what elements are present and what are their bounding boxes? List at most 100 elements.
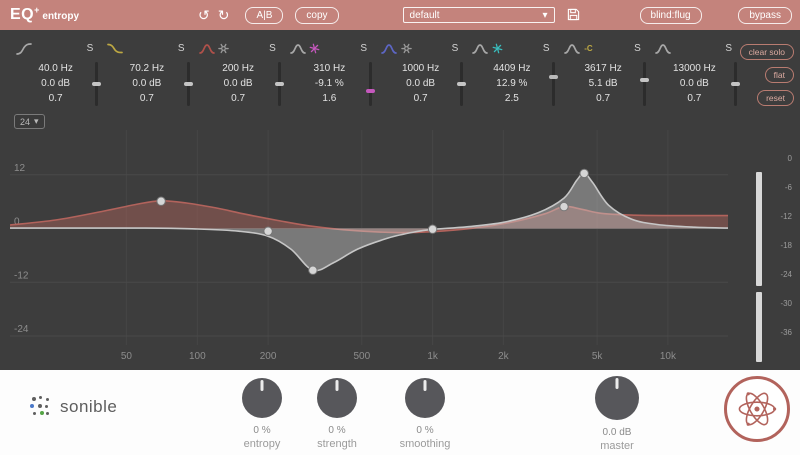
band-7-value-list: 3617 Hz 5.1 dB 0.7 [564,61,643,106]
reset-button[interactable]: reset [757,90,794,106]
slider-handle[interactable] [640,78,649,82]
band-frequency-value[interactable]: 310 Hz [290,61,369,76]
entropy-knob[interactable] [242,378,282,418]
band-gain-slider[interactable] [95,62,98,106]
band-q-value[interactable]: 2.5 [472,91,551,106]
logo-dot [30,404,34,408]
slider-handle[interactable] [275,82,284,86]
knob-indicator [261,380,264,391]
solo-button[interactable]: S [452,43,459,54]
band-gain-value[interactable]: 0.0 dB [655,76,734,91]
band-frequency-value[interactable]: 13000 Hz [655,61,734,76]
redo-button[interactable]: ↻ [214,8,234,22]
band-gain-value[interactable]: 12.9 % [472,76,551,91]
band-gain-slider[interactable] [278,62,281,106]
dynamic-c-icon[interactable]: -C [583,42,595,54]
slider-handle[interactable] [184,82,193,86]
band-q-value[interactable]: 0.7 [655,91,734,106]
bell-filter-icon[interactable] [472,41,488,56]
band-frequency-value[interactable]: 1000 Hz [381,61,460,76]
band-8-extra-icon [674,42,686,54]
svg-text:200: 200 [260,351,277,362]
bell-filter-icon[interactable] [564,41,580,56]
solo-button[interactable]: S [269,43,276,54]
bell-filter-icon[interactable] [199,41,215,56]
master-knob-group: 0.0 dB master [585,376,649,452]
band-gain-value[interactable]: 0.0 dB [381,76,460,91]
band-q-value[interactable]: 0.7 [564,91,643,106]
solo-button[interactable]: S [725,43,732,54]
band-gain-slider[interactable] [643,62,646,106]
logo-dot [45,405,48,408]
band-8-value-list: 13000 Hz 0.0 dB 0.7 [655,61,734,106]
slider-handle[interactable] [549,75,558,79]
strength-knob-group: 0 % strength [305,376,369,450]
solo-button[interactable]: S [543,43,550,54]
band-gain-slider[interactable] [460,62,463,106]
meter-segment [756,172,762,286]
shelf-filter-icon[interactable] [107,41,123,56]
band-gain-value[interactable]: 0.0 dB [16,76,95,91]
band-gain-slider[interactable] [187,62,190,106]
slider-handle[interactable] [366,89,375,93]
band-7-values: 3617 Hz 5.1 dB 0.7 [564,61,649,106]
atom-logo[interactable] [724,376,790,442]
bell-filter-icon[interactable] [655,41,671,56]
solo-button[interactable]: S [360,43,367,54]
band-q-value[interactable]: 0.7 [199,91,278,106]
band-gain-value[interactable]: 5.1 dB [564,76,643,91]
band-frequency-value[interactable]: 200 Hz [199,61,278,76]
band-q-value[interactable]: 0.7 [16,91,95,106]
slider-handle[interactable] [457,82,466,86]
band-q-value[interactable]: 1.6 [290,91,369,106]
side-button-group: clear solo flat reset [740,44,794,106]
highpass-filter-icon[interactable] [16,41,32,56]
slope-selector[interactable]: 24 ▾ [14,114,45,129]
gear-icon[interactable] [218,42,230,54]
solo-button[interactable]: S [178,43,185,54]
blindflug-button[interactable]: blind:flug [640,7,702,24]
undo-button[interactable]: ↺ [194,8,214,22]
gear-icon[interactable] [400,42,412,54]
solo-button[interactable]: S [634,43,641,54]
band-1-values: 40.0 Hz 0.0 dB 0.7 [16,61,101,106]
band-frequency-value[interactable]: 70.2 Hz [107,61,186,76]
band-frequency-value[interactable]: 4409 Hz [472,61,551,76]
preset-dropdown[interactable]: default ▾ [403,7,555,23]
svg-text:10k: 10k [660,351,677,362]
band-gain-value[interactable]: 0.0 dB [107,76,186,91]
copy-button[interactable]: copy [295,7,338,24]
smoothing-knob[interactable] [405,378,445,418]
band-gain-value[interactable]: -9.1 % [290,76,369,91]
band-frequency-value[interactable]: 40.0 Hz [16,61,95,76]
clear-solo-button[interactable]: clear solo [740,44,794,60]
band-q-value[interactable]: 0.7 [107,91,186,106]
band-gain-slider[interactable] [734,62,737,106]
eq-curve-display[interactable]: 501002005001k2k5k10k120-12-24 [10,130,728,363]
ai-spark-icon[interactable] [309,42,321,54]
ab-compare-button[interactable]: A|B [245,7,283,24]
slider-handle[interactable] [92,82,101,86]
brand-name: sonible [60,397,117,417]
eq-band-8: S 13000 Hz 0.0 dB 0.7 [655,40,740,106]
master-knob[interactable] [595,376,639,420]
ai-spark-icon[interactable] [491,42,503,54]
band-6-value-list: 4409 Hz 12.9 % 2.5 [472,61,551,106]
logo-text-eq: EQ [10,6,34,24]
entropy-eq-plugin-window: EQ + entropy ↺ ↻ A|B copy default ▾ blin… [0,0,800,455]
band-2-value-list: 70.2 Hz 0.0 dB 0.7 [107,61,186,106]
save-preset-button[interactable] [563,8,584,23]
band-q-value[interactable]: 0.7 [381,91,460,106]
bell-filter-icon[interactable] [381,41,397,56]
output-meter: 0 -6 -12 -18 -24 -30 -36 out [750,148,798,390]
bypass-button[interactable]: bypass [738,7,792,24]
flat-button[interactable]: flat [765,67,794,83]
strength-knob[interactable] [317,378,357,418]
bell-filter-icon[interactable] [290,41,306,56]
band-gain-slider[interactable] [369,62,372,106]
band-gain-slider[interactable] [552,62,555,106]
band-gain-value[interactable]: 0.0 dB [199,76,278,91]
band-frequency-value[interactable]: 3617 Hz [564,61,643,76]
band-5-value-list: 1000 Hz 0.0 dB 0.7 [381,61,460,106]
solo-button[interactable]: S [87,43,94,54]
